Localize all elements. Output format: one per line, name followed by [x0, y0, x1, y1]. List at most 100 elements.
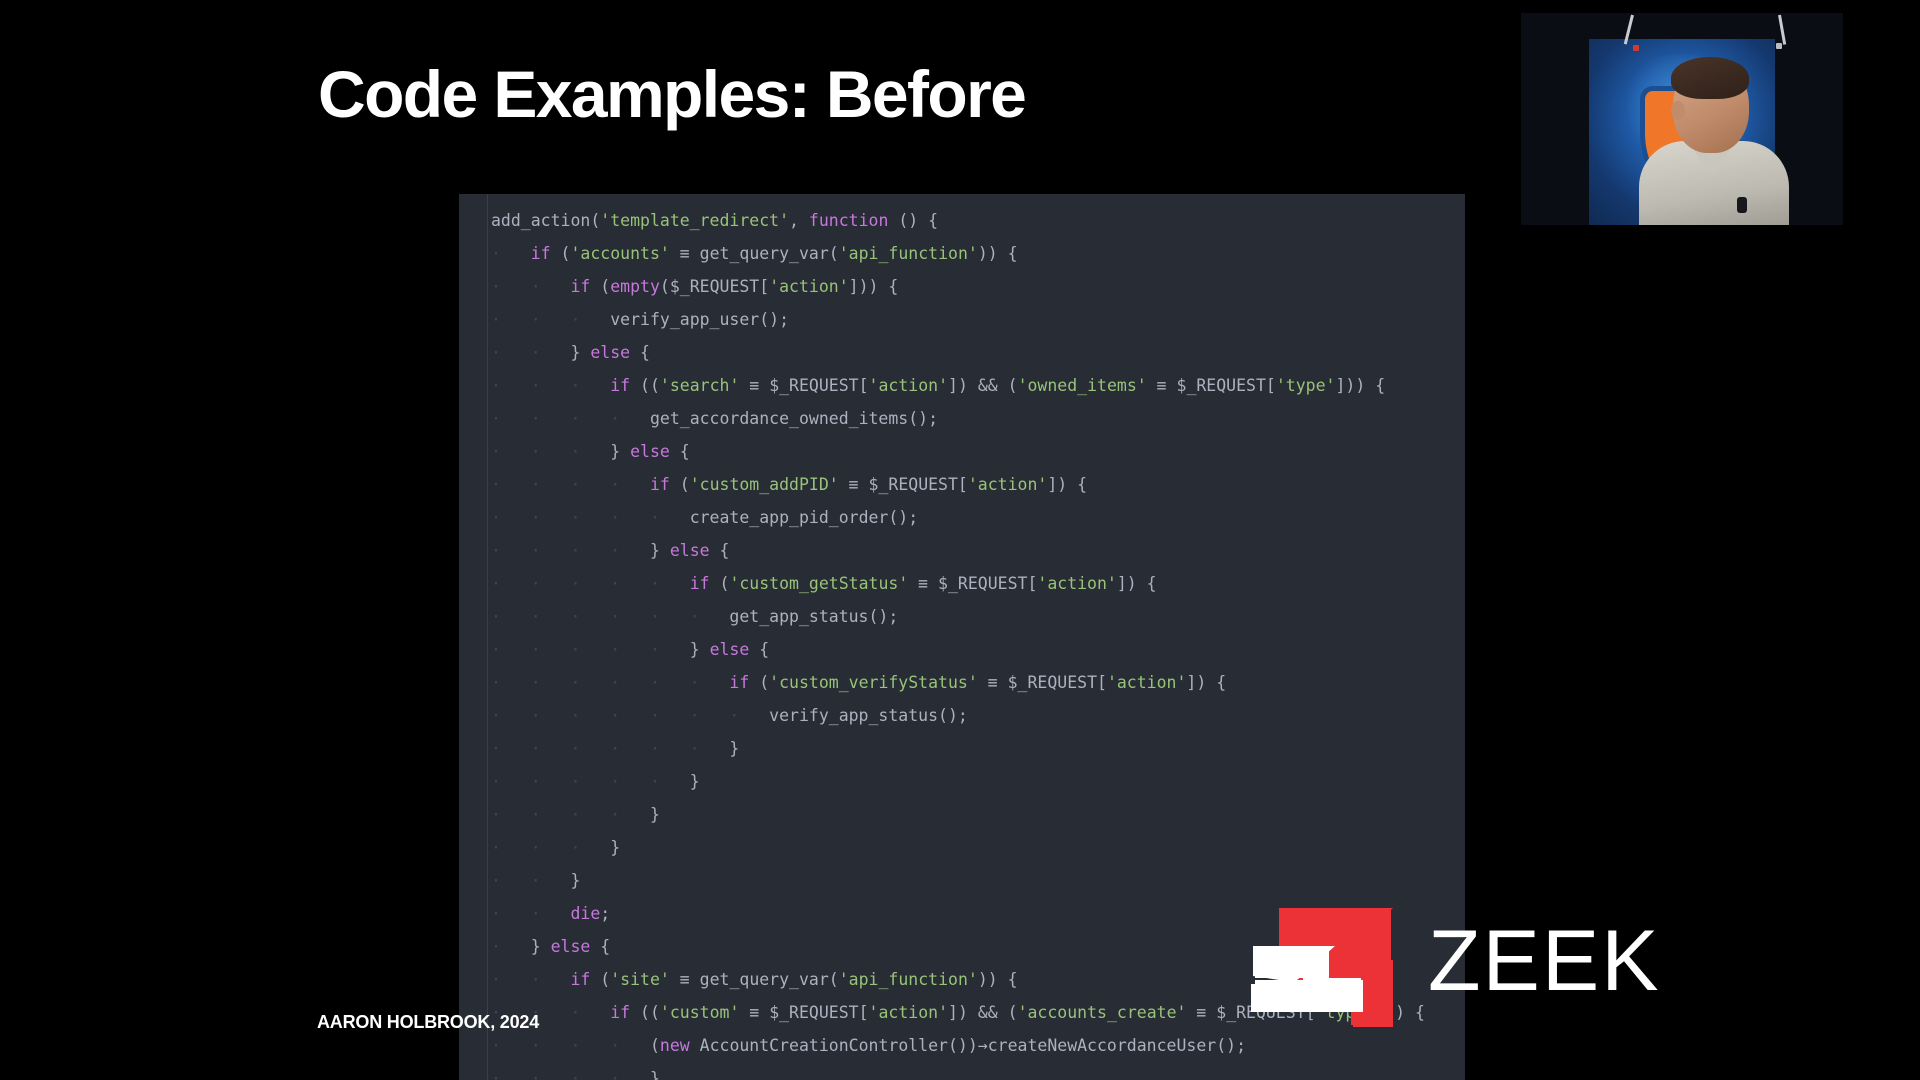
code-token: empty	[610, 277, 660, 296]
indent-guide: · · · ·	[491, 541, 650, 560]
code-line: · · · · · create_app_pid_order();	[491, 501, 1465, 534]
indent-guide: · · · · · · ·	[491, 706, 770, 725]
indent-guide: · · · · · ·	[491, 607, 730, 626]
code-token: ]) {	[1116, 574, 1157, 593]
code-token: (	[669, 475, 690, 494]
code-token: }	[689, 640, 710, 659]
code-token: {	[669, 442, 690, 461]
code-token: {	[749, 640, 770, 659]
code-line: · · · · }	[491, 1062, 1465, 1080]
code-token: ((	[630, 1003, 660, 1022]
code-token: ;	[600, 904, 611, 923]
code-token: }	[649, 805, 660, 824]
code-token: 'api_function'	[838, 244, 978, 263]
code-line: · · · · if ('custom_addPID' ≡ $_REQUEST[…	[491, 468, 1465, 501]
code-line: · · · if (('search' ≡ $_REQUEST['action'…	[491, 369, 1465, 402]
code-token: (	[709, 574, 730, 593]
indent-guide: ·	[491, 937, 531, 956]
code-line: · · · verify_app_user();	[491, 303, 1465, 336]
code-token: }	[689, 772, 700, 791]
banner-cord-right	[1778, 14, 1787, 45]
indent-guide: · ·	[491, 277, 571, 296]
code-token: ,	[789, 211, 809, 230]
code-token: 'action'	[868, 376, 949, 395]
code-token: 'type'	[1275, 376, 1336, 395]
speaker-video-overlay	[1521, 13, 1843, 225]
code-token: }	[530, 937, 551, 956]
code-token: ])) {	[1335, 376, 1386, 395]
code-token: if	[570, 277, 591, 296]
code-token: die	[570, 904, 601, 923]
speaker-hair	[1671, 57, 1749, 99]
code-token: verify_app_user();	[610, 310, 790, 329]
code-line: · · · · · }	[491, 765, 1465, 798]
code-token: 'template_redirect'	[600, 211, 790, 230]
attribution-text: AARON HOLBROOK, 2024	[317, 1012, 540, 1032]
code-token: ]) {	[1186, 673, 1227, 692]
code-token: 'accounts_create'	[1017, 1003, 1187, 1022]
code-line: · · · · · · if ('custom_verifyStatus' ≡ …	[491, 666, 1465, 699]
code-token: else	[709, 640, 750, 659]
code-token: 'search'	[659, 376, 740, 395]
code-token: ≡ $_REQUEST[	[739, 1003, 869, 1022]
code-line: · if ('accounts' ≡ get_query_var('api_fu…	[491, 237, 1465, 270]
code-token: get_accordance_owned_items();	[649, 409, 939, 428]
indent-guide: · ·	[491, 871, 571, 890]
code-token: ≡ $_REQUEST[	[977, 673, 1107, 692]
indent-guide: · · · · ·	[491, 508, 690, 527]
code-token: if	[729, 673, 750, 692]
code-token: (	[590, 970, 611, 989]
code-token: (	[550, 244, 571, 263]
zeek-mark-icon	[1251, 908, 1393, 1027]
code-token: if	[530, 244, 551, 263]
code-token: else	[550, 937, 591, 956]
code-token: create_app_pid_order();	[689, 508, 919, 527]
indent-guide: · · · ·	[491, 805, 650, 824]
code-token: }	[610, 838, 621, 857]
code-token: if	[610, 1003, 631, 1022]
code-token: if	[689, 574, 710, 593]
indent-guide: · · · · · ·	[491, 739, 730, 758]
code-token: 'action'	[868, 1003, 949, 1022]
code-token: ≡ $_REQUEST[	[908, 574, 1038, 593]
speaker-ear	[1671, 101, 1685, 120]
code-token: function	[808, 211, 889, 230]
indent-guide: · ·	[491, 970, 571, 989]
code-token: 'custom_getStatus'	[729, 574, 909, 593]
code-line: · · · · } else {	[491, 534, 1465, 567]
code-line: · · · } else {	[491, 435, 1465, 468]
code-token: if	[610, 376, 631, 395]
code-line: · · · · }	[491, 798, 1465, 831]
code-token: ≡ $_REQUEST[	[1146, 376, 1276, 395]
code-token: ≡ $_REQUEST[	[739, 376, 869, 395]
code-token: ]) && (	[948, 376, 1018, 395]
code-token: get_app_status();	[729, 607, 899, 626]
code-token: () {	[888, 211, 939, 230]
code-token: add_action(	[491, 211, 601, 230]
indent-guide: · · · ·	[491, 1069, 650, 1080]
code-token: verify_app_status();	[769, 706, 968, 725]
code-line: · · · · · · · verify_app_status();	[491, 699, 1465, 732]
indent-guide: · · · · ·	[491, 640, 690, 659]
code-token: )) {	[977, 244, 1018, 263]
code-token: ≡ get_query_var(	[669, 244, 839, 263]
code-token: }	[570, 343, 591, 362]
code-token: 'action'	[967, 475, 1048, 494]
code-token: ]) {	[1047, 475, 1088, 494]
indent-guide: · ·	[491, 343, 571, 362]
page-title: Code Examples: Before	[318, 57, 1027, 131]
code-token: {	[709, 541, 730, 560]
code-token: ]) && (	[948, 1003, 1018, 1022]
code-line: · · · · · · get_app_status();	[491, 600, 1465, 633]
code-token: if	[649, 475, 670, 494]
code-token: 'custom_addPID'	[689, 475, 839, 494]
code-line: add_action('template_redirect', function…	[491, 204, 1465, 237]
code-token: ])) {	[848, 277, 899, 296]
code-token: 'accounts'	[570, 244, 670, 263]
code-line: · · · }	[491, 831, 1465, 864]
code-token: else	[590, 343, 631, 362]
code-token: 'custom_verifyStatus'	[769, 673, 978, 692]
code-token: }	[610, 442, 631, 461]
code-token: }	[649, 1069, 660, 1080]
indent-guide: · ·	[491, 904, 571, 923]
